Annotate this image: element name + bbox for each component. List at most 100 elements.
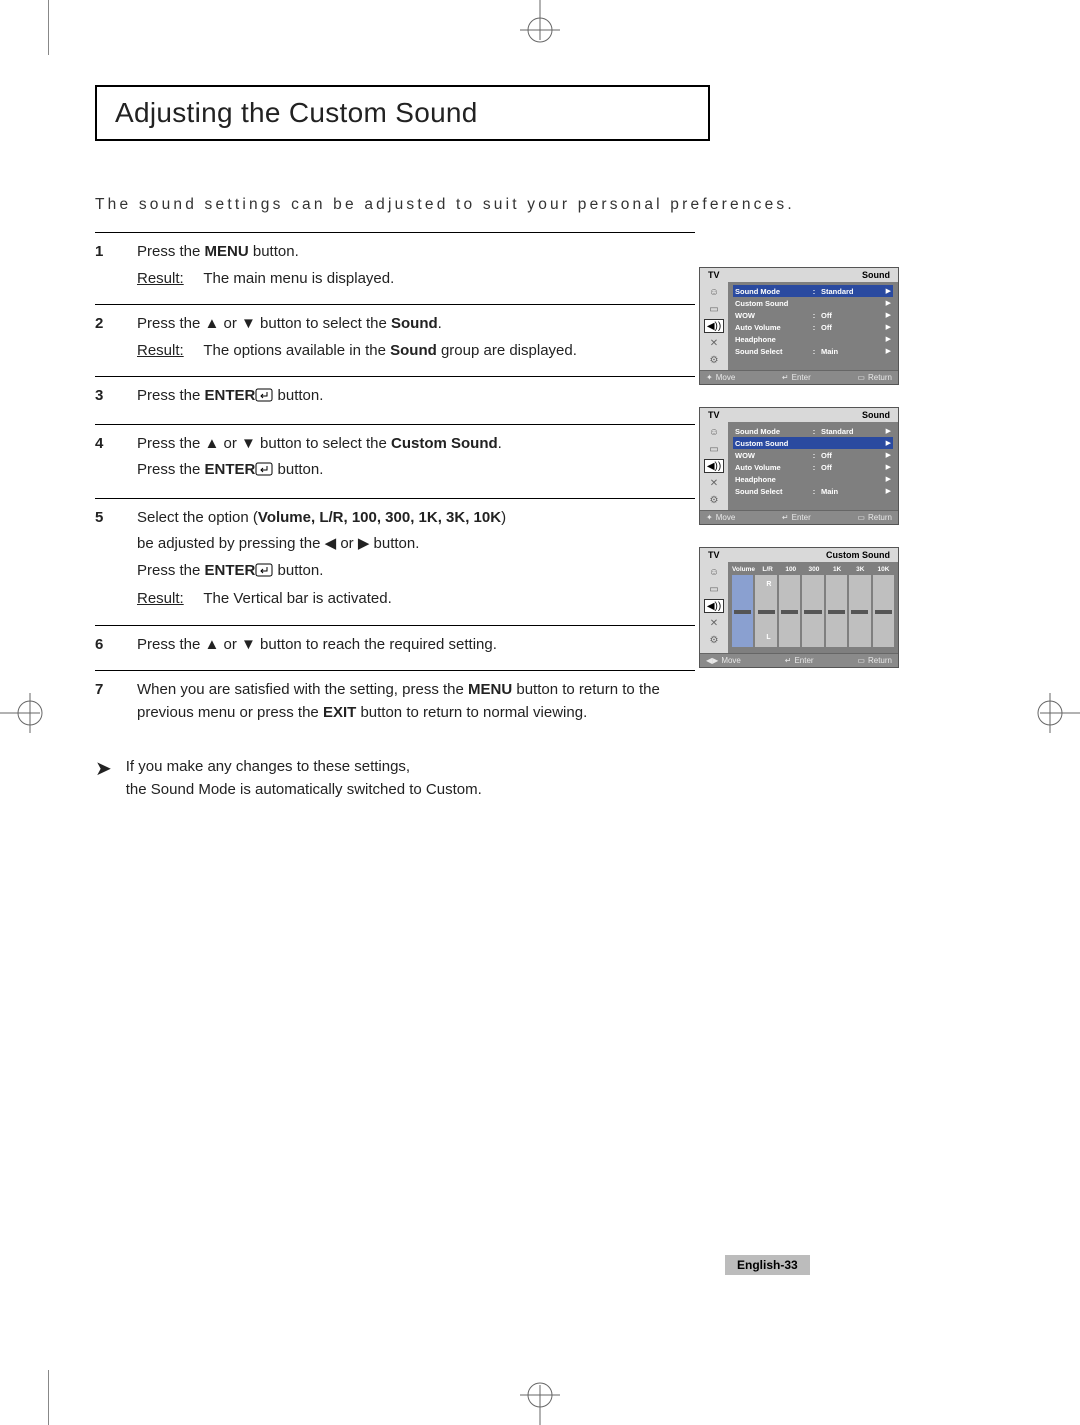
- step-number: 6: [95, 634, 109, 661]
- osd-menu-rows: Sound Mode:Standard▶ Custom Sound▶ WOW:O…: [728, 282, 898, 370]
- osd-row-sound-mode: Sound Mode:Standard▶: [733, 285, 893, 297]
- osd-header-tv: TV: [708, 270, 720, 280]
- osd-header-tv: TV: [708, 410, 720, 420]
- step-text: Press the ▲ or ▼ button to reach the req…: [137, 634, 695, 657]
- page-title: Adjusting the Custom Sound: [115, 97, 690, 129]
- trim-line-top: [48, 0, 49, 55]
- crop-mark-top: [510, 0, 570, 60]
- step-text: be adjusted by pressing the ◀ or ▶ butto…: [137, 533, 695, 556]
- osd-category-icons: ☺ ▭ ◀)) ✕ ⚙: [700, 562, 728, 653]
- eq-band-label: 1K: [827, 566, 848, 573]
- step-4: 4 Press the ▲ or ▼ button to select the …: [95, 424, 695, 498]
- eq-slider-volume: [732, 575, 753, 647]
- eq-slider-lr: R L: [755, 575, 776, 647]
- input-icon: ▭: [704, 302, 724, 316]
- osd-row-auto-volume: Auto Volume:Off▶: [733, 461, 893, 473]
- step-text: Select the option (Volume, L/R, 100, 300…: [137, 507, 695, 530]
- input-icon: ▭: [704, 582, 724, 596]
- enter-icon: ↵: [785, 656, 792, 665]
- step-2: 2 Press the ▲ or ▼ button to select the …: [95, 304, 695, 376]
- crop-mark-bottom: [510, 1365, 570, 1425]
- osd-row-auto-volume: Auto Volume:Off▶: [733, 321, 893, 333]
- eq-r-label: R: [766, 581, 771, 588]
- osd-row-sound-mode: Sound Mode:Standard▶: [733, 425, 893, 437]
- step-3: 3 Press the ENTER button.: [95, 376, 695, 424]
- step-text: Press the ENTER button.: [137, 385, 695, 410]
- osd-row-custom-sound: Custom Sound▶: [733, 437, 893, 449]
- return-icon: ▭: [857, 373, 865, 382]
- sound-icon: ◀)): [704, 319, 724, 333]
- step-number: 4: [95, 433, 109, 488]
- note-block: ➤ If you make any changes to these setti…: [95, 756, 985, 801]
- osd-footer: ◀▶Move ↵Enter ▭Return: [700, 653, 898, 667]
- step-number: 2: [95, 313, 109, 366]
- setup-icon: ⚙: [704, 493, 724, 507]
- osd-sound-menu-2: TV Sound ☺ ▭ ◀)) ✕ ⚙ Sound Mode:Standard…: [699, 407, 899, 525]
- enter-icon: ↵: [782, 373, 789, 382]
- osd-footer: ✦Move ↵Enter ▭Return: [700, 510, 898, 524]
- move-icon: ✦: [706, 373, 713, 382]
- eq-band-label: 10K: [873, 566, 894, 573]
- step-number: 7: [95, 679, 109, 728]
- step-5: 5 Select the option (Volume, L/R, 100, 3…: [95, 498, 695, 625]
- osd-row-headphone: Headphone▶: [733, 473, 893, 485]
- osd-row-sound-select: Sound Select:Main▶: [733, 485, 893, 497]
- crop-mark-left: [0, 683, 60, 743]
- osd-menu-rows: Sound Mode:Standard▶ Custom Sound▶ WOW:O…: [728, 422, 898, 510]
- step-result: Result: The Vertical bar is activated.: [137, 588, 695, 611]
- step-result: Result: The main menu is displayed.: [137, 268, 695, 291]
- eq-band-label: 300: [803, 566, 824, 573]
- enter-icon: [255, 562, 273, 585]
- setup-icon: ⚙: [704, 353, 724, 367]
- enter-icon: [255, 387, 273, 410]
- eq-band-label: Volume: [732, 566, 755, 573]
- step-1: 1 Press the MENU button. Result: The mai…: [95, 232, 695, 304]
- page-number: English-33: [725, 1255, 810, 1275]
- eq-slider-10k: [873, 575, 894, 647]
- channel-icon: ✕: [704, 336, 724, 350]
- osd-footer: ✦Move ↵Enter ▭Return: [700, 370, 898, 384]
- trim-line-bottom: [48, 1370, 49, 1425]
- step-number: 5: [95, 507, 109, 615]
- osd-sound-menu-1: TV Sound ☺ ▭ ◀)) ✕ ⚙ Sound Mode:Standard…: [699, 267, 899, 385]
- sound-icon: ◀)): [704, 459, 724, 473]
- channel-icon: ✕: [704, 616, 724, 630]
- osd-custom-sound-eq: TV Custom Sound ☺ ▭ ◀)) ✕ ⚙ Volume L/R 1…: [699, 547, 899, 668]
- move-icon: ✦: [706, 513, 713, 522]
- osd-header-title: Sound: [862, 410, 890, 420]
- crop-mark-right: [1020, 683, 1080, 743]
- picture-icon: ☺: [704, 565, 724, 579]
- note-text: the Sound Mode is automatically switched…: [126, 779, 482, 802]
- intro-text: The sound settings can be adjusted to su…: [95, 196, 985, 214]
- enter-icon: ↵: [782, 513, 789, 522]
- eq-slider-300: [802, 575, 823, 647]
- picture-icon: ☺: [704, 285, 724, 299]
- eq-slider-3k: [849, 575, 870, 647]
- osd-header-title: Custom Sound: [826, 550, 890, 560]
- picture-icon: ☺: [704, 425, 724, 439]
- step-text: Press the ENTER button.: [137, 459, 695, 484]
- sound-icon: ◀)): [704, 599, 724, 613]
- step-6: 6 Press the ▲ or ▼ button to reach the r…: [95, 625, 695, 671]
- step-text: Press the ▲ or ▼ button to select the Cu…: [137, 433, 695, 456]
- step-number: 1: [95, 241, 109, 294]
- osd-row-headphone: Headphone▶: [733, 333, 893, 345]
- osd-row-wow: WOW:Off▶: [733, 449, 893, 461]
- osd-header-title: Sound: [862, 270, 890, 280]
- return-icon: ▭: [857, 513, 865, 522]
- osd-row-wow: WOW:Off▶: [733, 309, 893, 321]
- page-title-box: Adjusting the Custom Sound: [95, 85, 710, 141]
- osd-row-custom-sound: Custom Sound▶: [733, 297, 893, 309]
- enter-icon: [255, 461, 273, 484]
- eq-slider-1k: [826, 575, 847, 647]
- step-text: Press the ▲ or ▼ button to select the So…: [137, 313, 695, 336]
- eq-band-label: 3K: [850, 566, 871, 573]
- step-result: Result: The options available in the Sou…: [137, 340, 695, 363]
- osd-category-icons: ☺ ▭ ◀)) ✕ ⚙: [700, 422, 728, 510]
- osd-eq-panel: Volume L/R 100 300 1K 3K 10K R L: [728, 562, 898, 653]
- eq-l-label: L: [766, 634, 770, 641]
- note-icon: ➤: [95, 754, 112, 801]
- channel-icon: ✕: [704, 476, 724, 490]
- step-text: Press the MENU button.: [137, 241, 695, 264]
- osd-category-icons: ☺ ▭ ◀)) ✕ ⚙: [700, 282, 728, 370]
